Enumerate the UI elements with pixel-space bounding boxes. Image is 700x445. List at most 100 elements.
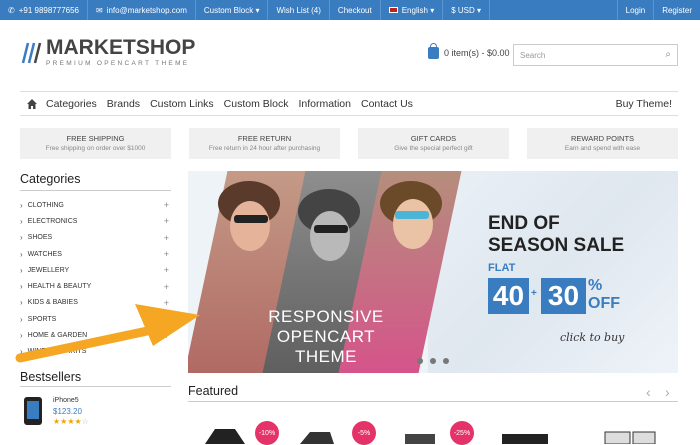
model-face: [393, 199, 433, 249]
click-to-buy-link[interactable]: click to buy: [560, 331, 624, 344]
email-link[interactable]: ✉ info@marketshop.com: [88, 0, 196, 20]
category-item[interactable]: › SPORTS: [20, 311, 171, 327]
expand-plus-icon[interactable]: +: [164, 249, 169, 259]
checkout-link[interactable]: Checkout: [330, 0, 381, 20]
product-price: $123.20: [53, 407, 82, 416]
login-link[interactable]: Login: [616, 0, 654, 20]
category-item[interactable]: › SHOES +: [20, 230, 171, 246]
language-dropdown[interactable]: English ▾: [381, 0, 444, 20]
expand-plus-icon[interactable]: +: [164, 331, 169, 341]
nav-custom-block[interactable]: Custom Block: [224, 98, 289, 110]
nav-categories[interactable]: Categories: [46, 98, 97, 110]
sunglasses: [395, 211, 429, 219]
uk-flag-icon: [388, 7, 398, 13]
currency-dropdown[interactable]: $ USD ▾: [443, 0, 491, 20]
feature-free-return[interactable]: FREE RETURN Free return in 24 hour after …: [189, 128, 340, 159]
slider-dot[interactable]: [417, 358, 423, 364]
categories-heading: Categories: [20, 172, 81, 186]
main-nav: Categories Brands Custom Links Custom Bl…: [20, 91, 678, 116]
category-item[interactable]: › ELECTRONICS +: [20, 213, 171, 229]
nav-contact-us[interactable]: Contact Us: [361, 98, 413, 110]
divider: [20, 386, 171, 387]
wishlist-link[interactable]: Wish List (4): [268, 0, 330, 20]
category-item[interactable]: › WATCHES +: [20, 246, 171, 262]
site-logo[interactable]: MARKETSHOP PREMIUM OPENCART THEME: [20, 36, 196, 67]
custom-block-dropdown[interactable]: Custom Block ▾: [196, 0, 269, 20]
product-thumbnail[interactable]: [400, 424, 440, 444]
feature-free-shipping[interactable]: FREE SHIPPING Free shipping on order over…: [20, 128, 171, 159]
caret-down-icon: ▾: [477, 5, 482, 15]
envelope-icon: ✉: [96, 5, 103, 15]
expand-plus-icon[interactable]: +: [164, 233, 169, 243]
category-item[interactable]: › JEWELLERY +: [20, 262, 171, 278]
carousel-prev-icon[interactable]: ‹: [646, 384, 651, 400]
slider-dot[interactable]: [430, 358, 436, 364]
expand-plus-icon[interactable]: +: [164, 200, 169, 210]
nav-information[interactable]: Information: [298, 98, 351, 110]
carousel-next-icon[interactable]: ›: [665, 384, 670, 400]
register-link[interactable]: Register: [653, 0, 700, 20]
slider-dot[interactable]: [443, 358, 449, 364]
expand-plus-icon[interactable]: +: [164, 282, 169, 292]
discount-badge: -5%: [352, 421, 376, 445]
expand-plus-icon[interactable]: +: [164, 265, 169, 275]
model-face: [230, 201, 270, 251]
product-thumbnail[interactable]: [600, 424, 660, 444]
featured-heading: Featured: [188, 384, 239, 398]
nav-brands[interactable]: Brands: [107, 98, 140, 110]
banner-flat-label: FLAT: [488, 262, 516, 274]
product-name[interactable]: iPhone5: [53, 397, 89, 404]
top-bar: ✆ +91 9898777656 ✉ info@marketshop.com Cus…: [0, 0, 700, 20]
caret-down-icon: ▾: [255, 5, 260, 15]
caret-down-icon: ▾: [430, 5, 435, 15]
banner-background: [428, 171, 678, 373]
logo-mark-icon: [21, 42, 42, 63]
star-empty-icon: ☆: [81, 417, 89, 426]
phone-link[interactable]: ✆ +91 9898777656: [0, 0, 88, 20]
cart-summary: 0 item(s) - $0.00: [444, 48, 510, 58]
chevron-right-icon: ›: [20, 314, 23, 324]
bestsellers-heading: Bestsellers: [20, 370, 82, 384]
discount-badge: -10%: [255, 421, 279, 445]
product-image[interactable]: [24, 397, 42, 425]
product-thumbnail[interactable]: [500, 424, 550, 444]
home-icon[interactable]: [26, 98, 38, 110]
cart-button[interactable]: 0 item(s) - $0.00: [428, 43, 510, 59]
plus-sign: +: [531, 288, 537, 299]
chevron-right-icon: ›: [20, 282, 23, 292]
chevron-right-icon: ›: [20, 265, 23, 275]
percent-off: % OFF: [588, 277, 620, 312]
category-item[interactable]: › WINES & SPIRITS: [20, 344, 171, 360]
banner-responsive-text: RESPONSIVE OPENCART THEME: [268, 307, 384, 366]
shopping-bag-icon: [428, 43, 439, 59]
search-input[interactable]: Search ⌕: [513, 44, 678, 66]
product-thumbnail[interactable]: [290, 424, 340, 444]
feature-reward-points[interactable]: REWARD POINTS Earn and spend with ease: [527, 128, 678, 159]
category-item[interactable]: › HEALTH & BEAUTY +: [20, 278, 171, 294]
logo-subtitle: PREMIUM OPENCART THEME: [46, 60, 190, 67]
product-thumbnail[interactable]: [200, 424, 250, 444]
discount-box: 30: [541, 278, 586, 314]
nav-custom-links[interactable]: Custom Links: [150, 98, 214, 110]
expand-plus-icon[interactable]: +: [164, 298, 169, 308]
expand-plus-icon[interactable]: +: [164, 216, 169, 226]
feature-gift-cards[interactable]: GIFT CARDS Give the special perfect gift: [358, 128, 509, 159]
discount-box: 40: [488, 278, 529, 314]
chevron-right-icon: ›: [20, 200, 23, 210]
bestseller-product[interactable]: iPhone5 $123.20 ★★★★☆: [24, 397, 89, 426]
divider: [188, 401, 678, 402]
buy-theme-link[interactable]: Buy Theme!: [616, 98, 672, 110]
category-item[interactable]: › CLOTHING +: [20, 197, 171, 213]
chevron-right-icon: ›: [20, 298, 23, 308]
logo-title: MARKETSHOP: [46, 36, 196, 59]
category-item[interactable]: › KIDS & BABIES +: [20, 295, 171, 311]
hero-slider[interactable]: RESPONSIVE OPENCART THEME END OF SEASON SA…: [188, 171, 678, 373]
search-icon[interactable]: ⌕: [665, 49, 671, 60]
slider-dots: [417, 358, 456, 364]
category-item[interactable]: › HOME & GARDEN +: [20, 327, 171, 343]
chevron-right-icon: ›: [20, 331, 23, 341]
banner-sale-heading: END OF SEASON SALE: [488, 213, 625, 256]
phone-icon: ✆: [8, 5, 15, 15]
divider: [20, 190, 171, 191]
category-list: › CLOTHING + › ELECTRONICS + › SHOES + › WATCHE…: [20, 197, 171, 360]
